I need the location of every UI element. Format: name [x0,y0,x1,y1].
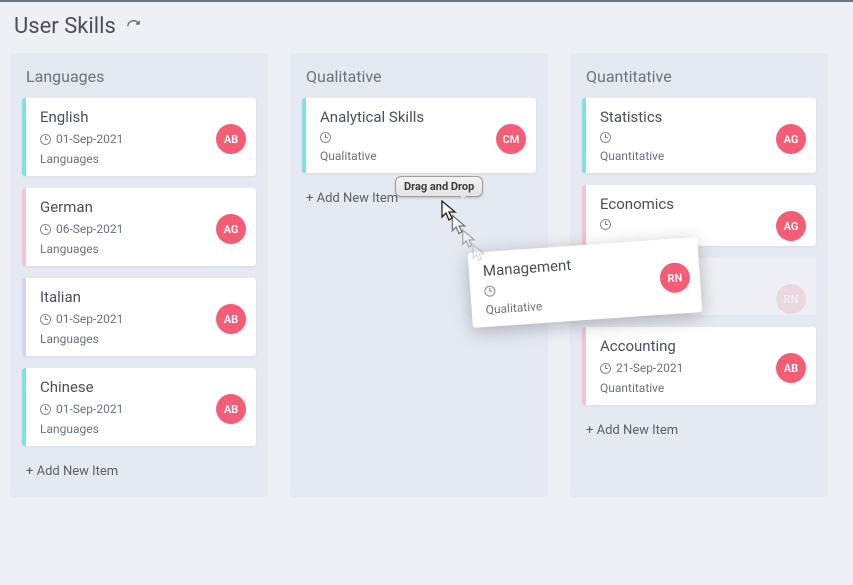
card-title: Analytical Skills [320,108,524,126]
avatar: AG [776,211,806,241]
avatar: AB [776,353,806,383]
card-title: Economics [600,195,804,213]
card-title: Accounting [600,337,804,355]
clock-icon [40,134,51,145]
card-title: Italian [40,288,244,306]
card-date: 01-Sep-2021 [56,132,123,146]
card-category: Languages [40,422,244,436]
clock-icon [40,314,51,325]
card-date: 21-Sep-2021 [616,361,683,375]
clock-icon [600,219,611,230]
column-title: Languages [22,67,256,98]
avatar: AG [216,214,246,244]
avatar: AB [216,124,246,154]
card-title: Chinese [40,378,244,396]
add-new-item-button[interactable]: + Add New Item [582,419,816,442]
kanban-board: Languages English 01-Sep-2021 Languages … [0,49,853,507]
card-title: English [40,108,244,126]
refresh-icon[interactable] [126,19,141,34]
skill-card[interactable]: Accounting 21-Sep-2021 Quantitative AB [582,327,816,405]
card-category: Languages [40,332,244,346]
column-title: Quantitative [582,67,816,98]
card-date: 01-Sep-2021 [56,402,123,416]
card-date-row: 01-Sep-2021 [40,132,244,146]
skill-card[interactable]: Chinese 01-Sep-2021 Languages AB [22,368,256,446]
add-new-item-button[interactable]: + Add New Item [22,460,256,483]
card-date: 01-Sep-2021 [56,312,123,326]
clock-icon [484,285,496,297]
card-category: Languages [40,152,244,166]
card-title: German [40,198,244,216]
avatar: AB [216,394,246,424]
avatar: CM [496,124,526,154]
card-date: 06-Sep-2021 [56,222,123,236]
card-category: Qualitative [320,149,524,163]
clock-icon [40,404,51,415]
dragging-card[interactable]: Management Qualitative RN [468,237,703,328]
drag-tooltip: Drag and Drop [395,176,483,197]
card-category: Quantitative [600,381,804,395]
skill-card[interactable]: Economics AG [582,185,816,246]
skill-card[interactable]: German 06-Sep-2021 Languages AG [22,188,256,266]
avatar: AB [216,304,246,334]
avatar: RN [776,284,806,314]
clock-icon [600,363,611,374]
clock-icon [40,224,51,235]
skill-card[interactable]: English 01-Sep-2021 Languages AB [22,98,256,176]
skill-card[interactable]: Analytical Skills Qualitative CM [302,98,536,173]
page-header: User Skills [0,2,853,49]
card-category: Quantitative [600,149,804,163]
clock-icon [600,132,611,143]
skill-card[interactable]: Statistics Quantitative AG [582,98,816,173]
card-title: Statistics [600,108,804,126]
clock-icon [320,132,331,143]
page-title: User Skills [14,14,116,39]
column-title: Qualitative [302,67,536,98]
skill-card[interactable]: Italian 01-Sep-2021 Languages AB [22,278,256,356]
avatar: AG [776,124,806,154]
column-languages: Languages English 01-Sep-2021 Languages … [10,53,268,497]
card-category: Languages [40,242,244,256]
